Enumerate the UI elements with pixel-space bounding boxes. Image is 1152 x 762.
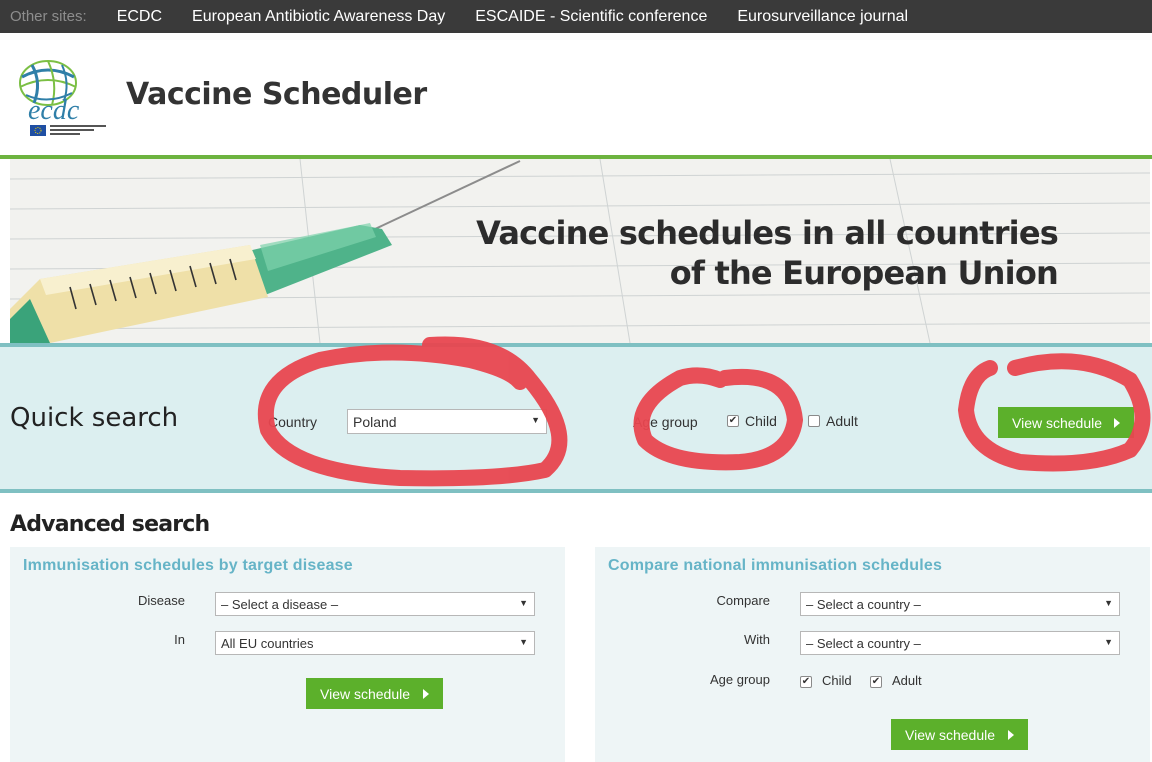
play-arrow-icon bbox=[1008, 729, 1014, 740]
disease-view-schedule-label: View schedule bbox=[320, 685, 411, 702]
quick-search-title: Quick search bbox=[10, 403, 179, 433]
compare-label: Compare bbox=[716, 593, 770, 608]
play-arrow-icon bbox=[1114, 417, 1120, 428]
compare-schedules-panel: Compare national immunisation schedules … bbox=[595, 547, 1150, 762]
compare-child-checkbox[interactable]: ✔ bbox=[800, 676, 812, 688]
compare-panel-title: Compare national immunisation schedules bbox=[608, 557, 943, 574]
link-ecdc[interactable]: ECDC bbox=[117, 8, 162, 26]
compare-age-group-label: Age group bbox=[710, 672, 770, 687]
quick-search-section: Quick search Country Poland ▼ Age group … bbox=[0, 343, 1152, 493]
compare-country-value: – Select a country – bbox=[806, 597, 921, 612]
chevron-down-icon: ▼ bbox=[1104, 637, 1113, 647]
ecdc-logo[interactable]: ecdc bbox=[12, 55, 108, 145]
adult-label: Adult bbox=[826, 413, 858, 429]
compare-view-schedule-label: View schedule bbox=[905, 726, 996, 743]
play-arrow-icon bbox=[423, 688, 429, 699]
chevron-down-icon: ▼ bbox=[519, 598, 528, 608]
other-sites-bar: Other sites: ECDC European Antibiotic Aw… bbox=[0, 0, 1152, 33]
banner-line-1: Vaccine schedules in all countries bbox=[476, 214, 1059, 252]
with-label: With bbox=[744, 632, 770, 647]
disease-panel-title: Immunisation schedules by target disease bbox=[23, 557, 353, 574]
link-escaide[interactable]: ESCAIDE - Scientific conference bbox=[475, 8, 707, 26]
country-select[interactable]: Poland ▼ bbox=[347, 409, 547, 434]
with-country-value: – Select a country – bbox=[806, 636, 921, 651]
disease-select-value: – Select a disease – bbox=[221, 597, 339, 612]
disease-search-panel: Immunisation schedules by target disease… bbox=[10, 547, 565, 762]
country-select-value: Poland bbox=[353, 414, 397, 430]
compare-child-label: Child bbox=[822, 673, 852, 688]
quick-view-schedule-label: View schedule bbox=[1012, 414, 1103, 431]
advanced-search-title: Advanced search bbox=[10, 512, 210, 537]
banner-line-2: of the European Union bbox=[669, 254, 1059, 292]
in-label: In bbox=[174, 632, 185, 647]
region-select-value: All EU countries bbox=[221, 636, 314, 651]
quick-view-schedule-button[interactable]: View schedule bbox=[998, 407, 1134, 438]
with-country-select[interactable]: – Select a country – ▼ bbox=[800, 631, 1120, 655]
age-group-label: Age group bbox=[633, 414, 698, 430]
disease-label: Disease bbox=[138, 593, 185, 608]
disease-select[interactable]: – Select a disease – ▼ bbox=[215, 592, 535, 616]
globe-icon: ecdc bbox=[19, 60, 106, 136]
chevron-down-icon: ▼ bbox=[531, 415, 540, 425]
logo-wordmark: ecdc bbox=[28, 95, 80, 126]
chevron-down-icon: ▼ bbox=[1104, 598, 1113, 608]
compare-country-select[interactable]: – Select a country – ▼ bbox=[800, 592, 1120, 616]
region-select[interactable]: All EU countries ▼ bbox=[215, 631, 535, 655]
compare-adult-label: Adult bbox=[892, 673, 922, 688]
chevron-down-icon: ▼ bbox=[519, 637, 528, 647]
disease-view-schedule-button[interactable]: View schedule bbox=[306, 678, 443, 709]
child-checkbox[interactable]: ✔ bbox=[727, 415, 739, 427]
page-title: Vaccine Scheduler bbox=[126, 77, 427, 112]
compare-adult-checkbox[interactable]: ✔ bbox=[870, 676, 882, 688]
other-sites-label: Other sites: bbox=[10, 8, 87, 25]
banner-headline: Vaccine schedules in all countries of th… bbox=[476, 213, 1059, 293]
site-header: ecdc Vaccine Scheduler bbox=[0, 33, 1152, 156]
child-label: Child bbox=[745, 413, 777, 429]
adult-checkbox[interactable] bbox=[808, 415, 820, 427]
hero-banner: Vaccine schedules in all countries of th… bbox=[10, 159, 1150, 343]
link-eurosurveillance[interactable]: Eurosurveillance journal bbox=[737, 8, 908, 26]
compare-view-schedule-button[interactable]: View schedule bbox=[891, 719, 1028, 750]
link-antibiotic-day[interactable]: European Antibiotic Awareness Day bbox=[192, 8, 445, 26]
country-label: Country bbox=[268, 414, 318, 430]
